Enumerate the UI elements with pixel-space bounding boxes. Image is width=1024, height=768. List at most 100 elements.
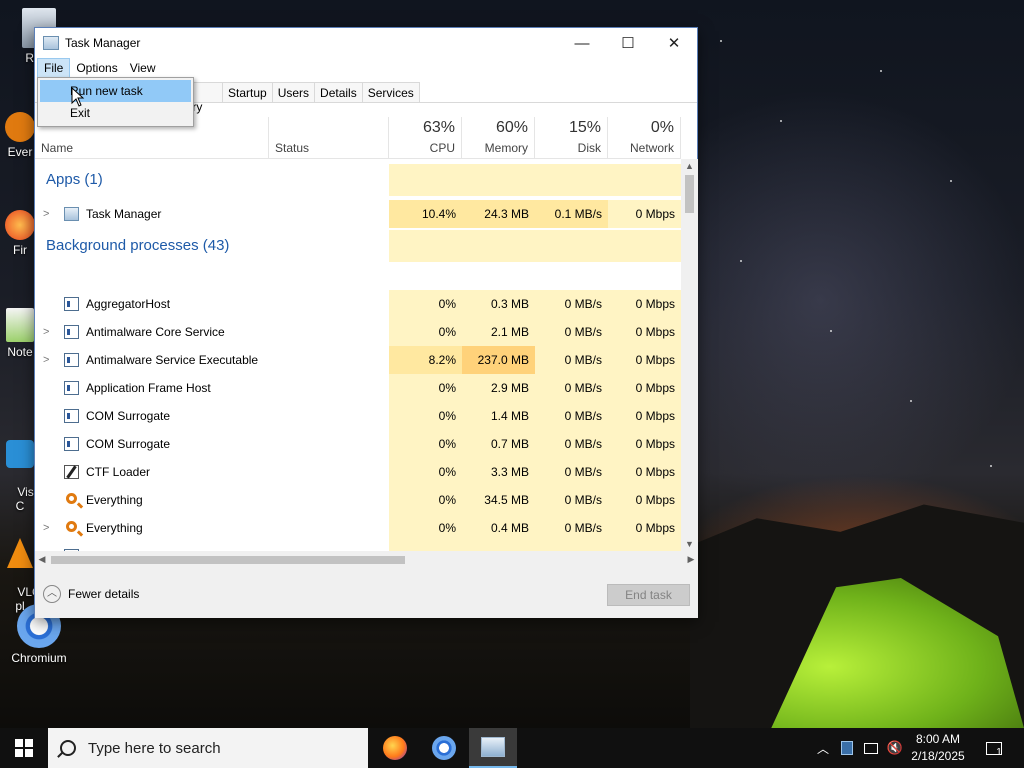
service-icon xyxy=(64,297,79,311)
tab-services[interactable]: Services xyxy=(361,82,420,102)
process-list: Apps (1) > Task Manager 10.4% 24.3 MB 0.1 MB… xyxy=(35,159,681,551)
table-row[interactable]: > Antimalware Core Service 0% 2.1 MB 0 MB/s 0… xyxy=(35,318,681,346)
tray-storage[interactable] xyxy=(836,728,858,768)
action-center-button[interactable]: 1 xyxy=(978,728,1010,768)
chromium-icon xyxy=(432,736,456,760)
process-name: Everything xyxy=(86,521,143,535)
scroll-left-icon[interactable]: ◀ xyxy=(35,551,49,568)
service-icon xyxy=(64,353,79,367)
cpu-total: 63% xyxy=(422,119,455,136)
menu-view[interactable]: View xyxy=(124,59,162,77)
group-header-apps: Apps (1) xyxy=(35,164,681,196)
table-row[interactable]: > Task Manager 10.4% 24.3 MB 0.1 MB/s 0 Mbps xyxy=(35,200,681,228)
vertical-scrollbar[interactable]: ▲ ▼ xyxy=(681,159,698,551)
cpu-cell: 0% xyxy=(389,458,462,486)
minimize-button[interactable]: — xyxy=(559,28,605,58)
taskbar-search-box[interactable]: Type here to search xyxy=(48,728,368,768)
service-icon xyxy=(64,325,79,339)
show-hidden-icons-button[interactable]: ︿ xyxy=(812,728,834,768)
table-row[interactable]: AggregatorHost 0% 0.3 MB 0 MB/s 0 Mbps xyxy=(35,290,681,318)
tab-users[interactable]: Users xyxy=(271,82,316,102)
column-memory-label: Memory xyxy=(484,141,528,155)
table-row[interactable]: Everything 0% 34.5 MB 0 MB/s 0 Mbps xyxy=(35,486,681,514)
memory-cell: 34.5 MB xyxy=(462,486,535,514)
taskbar-task-manager[interactable] xyxy=(469,728,517,768)
menu-item-run-new-task[interactable]: Run new task xyxy=(40,80,191,102)
menu-item-exit[interactable]: Exit xyxy=(40,102,191,124)
disk-total: 15% xyxy=(568,119,601,136)
table-row[interactable]: COM Surrogate 0% 1.4 MB 0 MB/s 0 Mbps xyxy=(35,402,681,430)
process-name: CTF Loader xyxy=(86,465,151,479)
scroll-down-icon[interactable]: ▼ xyxy=(681,537,698,551)
firefox-icon xyxy=(383,736,407,760)
horizontal-scroll-thumb[interactable] xyxy=(51,556,405,564)
tab-startup[interactable]: Startup xyxy=(222,82,273,102)
task-manager-icon xyxy=(64,207,79,221)
fewer-details-button[interactable]: ︿ Fewer details xyxy=(43,585,139,603)
task-manager-icon xyxy=(43,36,59,50)
expand-chevron-icon[interactable]: > xyxy=(43,514,49,542)
desktop-icon-label: Note xyxy=(7,345,33,359)
menu-file[interactable]: File xyxy=(37,58,71,78)
tray-network[interactable] xyxy=(860,728,882,768)
horizontal-scrollbar[interactable]: ◀ ▶ xyxy=(35,551,698,568)
group-header-background: Background processes (43) xyxy=(35,230,681,262)
memory-cell: 0.4 MB xyxy=(462,514,535,542)
title-bar[interactable]: Task Manager — ☐ ✕ xyxy=(35,28,697,58)
taskbar-chromium[interactable] xyxy=(420,728,468,768)
start-button[interactable] xyxy=(0,728,48,768)
chevron-up-icon: ︿ xyxy=(816,741,829,756)
end-task-button[interactable]: End task xyxy=(607,584,690,606)
expand-chevron-icon[interactable]: > xyxy=(43,318,49,346)
desktop-icon-firefox[interactable]: Fir xyxy=(4,210,36,257)
scroll-right-icon[interactable]: ▶ xyxy=(684,551,698,568)
memory-total: 60% xyxy=(495,119,528,136)
process-name: COM Surrogate xyxy=(86,437,171,451)
service-icon xyxy=(64,437,79,451)
process-name: Task Manager xyxy=(86,207,162,221)
column-name-label: Name xyxy=(41,141,74,155)
memory-cell: 0.7 MB xyxy=(462,430,535,458)
network-cell: 0 Mbps xyxy=(608,486,681,514)
network-cell: 0 Mbps xyxy=(608,346,681,374)
scroll-up-icon[interactable]: ▲ xyxy=(681,159,698,173)
expand-chevron-icon[interactable]: > xyxy=(43,346,49,374)
close-button[interactable]: ✕ xyxy=(651,28,697,58)
everything-icon xyxy=(5,112,35,142)
service-icon xyxy=(64,381,79,395)
table-row[interactable]: COM Surrogate 0% 0.7 MB 0 MB/s 0 Mbps xyxy=(35,430,681,458)
column-cpu[interactable]: 63% CPU xyxy=(389,117,462,159)
service-icon xyxy=(64,409,79,423)
expand-chevron-icon[interactable]: > xyxy=(43,200,49,228)
maximize-button[interactable]: ☐ xyxy=(605,28,651,58)
desktop-icon-notepad[interactable]: Note xyxy=(4,308,36,359)
column-disk[interactable]: 15% Disk xyxy=(535,117,608,159)
taskbar-clock[interactable]: 8:00 AM 2/18/2025 xyxy=(902,731,974,765)
menu-options[interactable]: Options xyxy=(70,59,123,77)
network-icon xyxy=(864,742,878,754)
disk-cell: 0 MB/s xyxy=(535,430,608,458)
table-row[interactable]: CTF Loader 0% 3.3 MB 0 MB/s 0 Mbps xyxy=(35,458,681,486)
tab-details[interactable]: Details xyxy=(314,82,363,102)
disk-cell: 0.1 MB/s xyxy=(535,200,608,228)
network-cell: 0 Mbps xyxy=(608,458,681,486)
disk-cell: 0 MB/s xyxy=(535,458,608,486)
cpu-cell: 0% xyxy=(389,486,462,514)
taskbar-firefox[interactable] xyxy=(371,728,419,768)
cpu-cell: 0% xyxy=(389,514,462,542)
column-status[interactable]: Status xyxy=(269,117,389,159)
vscode-icon xyxy=(6,440,34,468)
column-network[interactable]: 0% Network xyxy=(608,117,681,159)
desktop-icon-everything[interactable]: Ever xyxy=(4,112,36,159)
table-row[interactable]: > Antimalware Service Executable 8.2% 237.0… xyxy=(35,346,681,374)
table-row[interactable]: Application Frame Host 0% 2.9 MB 0 MB/s 0 Mb… xyxy=(35,374,681,402)
desktop-icon-label: Visua C xyxy=(15,485,36,513)
memory-cell: 2.9 MB xyxy=(462,374,535,402)
vertical-scroll-thumb[interactable] xyxy=(685,175,694,213)
column-memory[interactable]: 60% Memory xyxy=(462,117,535,159)
table-row[interactable]: > Everything 0% 0.4 MB 0 MB/s 0 Mbps xyxy=(35,514,681,542)
network-cell: 0 Mbps xyxy=(608,430,681,458)
column-cpu-label: CPU xyxy=(429,141,455,155)
disk-cell: 0 MB/s xyxy=(535,514,608,542)
column-network-label: Network xyxy=(629,141,674,155)
